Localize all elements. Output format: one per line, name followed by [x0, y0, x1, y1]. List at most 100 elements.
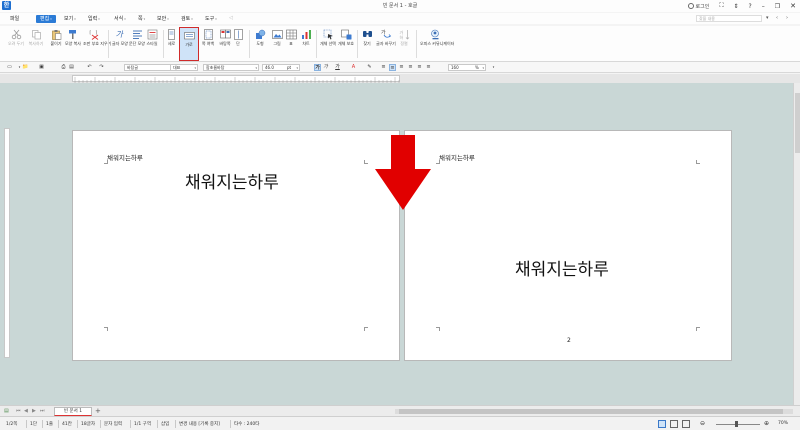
lang-select[interactable]: 대표 ▾ [170, 64, 198, 71]
add-tab-button[interactable]: + [95, 407, 101, 415]
para-shape-icon [132, 29, 143, 40]
menu-insert[interactable]: 입력▾ [88, 15, 100, 22]
communicator-button[interactable]: 오피스 커뮤니케이터 [420, 29, 454, 46]
menu-security[interactable]: 보안▾ [157, 15, 169, 22]
search-options-icon[interactable]: ▾ [766, 15, 769, 21]
restore-icon[interactable]: ❐ [775, 3, 780, 10]
fullscreen-icon[interactable]: ⛶ [719, 2, 723, 10]
align-distribute-icon[interactable]: ≡ [416, 64, 423, 71]
open-folder-icon[interactable]: 📁 [22, 64, 29, 71]
window-title: 빈 문서 1 - 호글 [382, 3, 418, 9]
help-icon[interactable]: ? [749, 3, 752, 10]
status-track-changes[interactable]: 변경 내용 [기록 중지] [179, 421, 220, 427]
status-page[interactable]: 1/2쪽 [6, 421, 17, 427]
save-icon[interactable]: ▣ [38, 64, 45, 71]
object-protect-button[interactable]: 개체 보호 [336, 29, 356, 46]
menu-format[interactable]: 서식▾ [114, 15, 126, 22]
body-text[interactable]: 채워지는하루 [515, 255, 609, 280]
column-button[interactable]: 단 [230, 29, 246, 46]
status-zoom[interactable]: 70% [778, 421, 788, 426]
font-size-input[interactable]: 46.0 pt ▾ [262, 64, 300, 71]
page-1[interactable]: 채워지는하루 채워지는하루 [72, 130, 400, 361]
cut-label: 오려 두기 [8, 41, 24, 46]
outline-view-icon[interactable] [682, 420, 690, 428]
menu-file[interactable]: 파일 [10, 15, 19, 22]
close-icon[interactable]: ✕ [790, 2, 796, 10]
toolbar-expand-icon[interactable]: ▾ [490, 64, 497, 71]
copy-button[interactable]: 복사하기 [26, 29, 46, 46]
format-painter-button[interactable]: 모양 복사 [63, 29, 83, 46]
chart-button[interactable]: 차트 [297, 29, 315, 46]
status-line: 1줄 [46, 422, 54, 427]
status-insert[interactable]: 삽입 [161, 421, 169, 427]
shape-button[interactable]: 도형 [251, 29, 269, 46]
align-divide-icon[interactable]: ≡ [425, 64, 432, 71]
zoom-unit: % [475, 65, 479, 70]
clear-code-button[interactable]: [] 조판 부호 지우기 [83, 29, 111, 46]
page-2[interactable]: 채워지는하루 채워지는하루 2 [404, 130, 732, 361]
menu-page[interactable]: 쪽▾ [138, 15, 145, 22]
menu-review[interactable]: 검토▾ [181, 15, 193, 22]
landscape-button[interactable]: 가로 [179, 27, 199, 61]
tab-list-icon[interactable]: ▤ [4, 408, 9, 414]
object-protect-label: 개체 보호 [338, 41, 354, 46]
redo-icon[interactable]: ↷ [98, 64, 105, 71]
print-icon[interactable]: ⎙ [60, 64, 67, 71]
page-header[interactable]: 채워지는하루 [439, 152, 475, 162]
menu-view[interactable]: 보기▾ [64, 15, 76, 22]
menu-extra-icon[interactable]: ◁ [229, 15, 233, 21]
search-input[interactable]: 찾을 내용 [696, 15, 762, 22]
object-select-button[interactable]: 개체 선택 [318, 29, 338, 46]
undo-icon[interactable]: ↶ [86, 64, 93, 71]
vertical-scrollbar[interactable] [793, 83, 800, 405]
copy-icon [31, 29, 42, 40]
login-button[interactable]: 로그인 [687, 3, 709, 10]
find-button[interactable]: 찾기 [358, 29, 376, 46]
doc-tab[interactable]: 빈 문서 1 [54, 407, 92, 416]
zoom-slider[interactable] [716, 423, 760, 425]
align-justify-icon[interactable]: ≡ [380, 64, 387, 71]
font-select[interactable]: 함초롬바탕 ▾ [203, 64, 259, 71]
horizontal-scrollbar[interactable] [395, 409, 793, 414]
zoom-slider-handle[interactable] [735, 421, 738, 427]
page-header[interactable]: 채워지는하루 [107, 152, 143, 162]
vertical-ruler[interactable] [4, 128, 10, 358]
tab-prev-icon[interactable]: ◀ [24, 408, 28, 414]
vertical-scroll-thumb[interactable] [795, 93, 800, 153]
tab-last-icon[interactable]: ⏭ [40, 408, 45, 414]
italic-button[interactable]: 가 [322, 64, 329, 71]
print-preview-icon[interactable]: ▤ [68, 64, 75, 71]
body-text[interactable]: 채워지는하루 [185, 168, 279, 193]
replace-button[interactable]: 가 글자 바꾸기 [376, 29, 396, 46]
zoom-in-icon[interactable]: ⊕ [764, 420, 769, 427]
menu-edit[interactable]: 편집▾ [36, 14, 56, 23]
align-center-icon[interactable]: ≡ [398, 64, 405, 71]
search-next-icon[interactable]: › [786, 15, 788, 21]
cut-button[interactable]: 오려 두기 [6, 29, 26, 46]
page-view-icon[interactable] [658, 420, 666, 428]
portrait-button[interactable]: 세로 [164, 29, 179, 46]
new-doc-icon[interactable]: ▭ [6, 64, 13, 71]
align-left-icon[interactable]: ≡ [389, 64, 396, 71]
search-prev-icon[interactable]: ‹ [776, 15, 778, 21]
bold-button[interactable]: 가 [314, 64, 321, 71]
sort-button[interactable]: 가하 정렬 [395, 29, 413, 46]
zoom-select[interactable]: 160% ▾ [448, 64, 486, 71]
minimize-icon[interactable]: – [762, 3, 765, 10]
web-view-icon[interactable] [670, 420, 678, 428]
status-mode[interactable]: 문자 입력 [104, 421, 122, 427]
align-right-icon[interactable]: ≡ [407, 64, 414, 71]
collapse-ribbon-icon[interactable]: ⇕ [734, 3, 739, 10]
menu-tools[interactable]: 도구▾ [205, 15, 217, 22]
highlight-icon[interactable]: ✎ [366, 64, 373, 71]
zoom-out-icon[interactable]: ⊖ [700, 420, 705, 427]
horizontal-ruler[interactable] [72, 75, 400, 83]
tab-first-icon[interactable]: ⏮ [16, 408, 21, 414]
underline-button[interactable]: 가 [334, 64, 341, 71]
style-button[interactable]: 스타일 [142, 29, 162, 46]
tab-next-icon[interactable]: ▶ [32, 408, 36, 414]
horizontal-scroll-thumb[interactable] [399, 409, 783, 414]
document-workspace[interactable]: 채워지는하루 채워지는하루 채워지는하루 채워지는하루 2 [0, 83, 800, 405]
page-number: 2 [567, 337, 571, 344]
font-color-icon[interactable]: A [350, 64, 357, 71]
